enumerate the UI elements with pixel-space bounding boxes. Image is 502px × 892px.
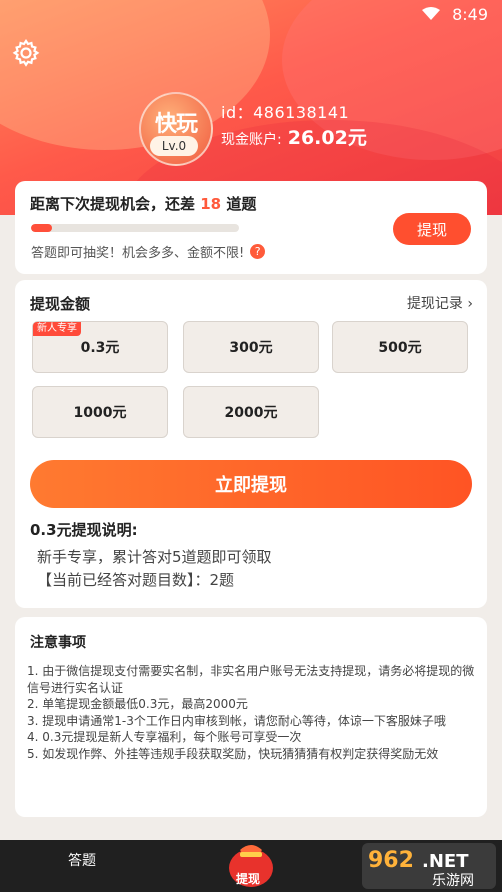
notice-item: 2. 单笔提现金额最低0.3元，最高2000元	[27, 697, 248, 711]
svg-text:.NET: .NET	[422, 851, 469, 872]
tab-answer[interactable]: 答题	[68, 850, 96, 870]
withdraw-record-link[interactable]: 提现记录 ›	[407, 293, 473, 313]
progress-fill	[31, 224, 52, 232]
explain-title: 0.3元提现说明:	[30, 521, 138, 539]
watermark-logo: 962 .NET 乐游网	[362, 843, 496, 889]
help-icon[interactable]: ?	[250, 244, 266, 259]
amount-option-1000[interactable]: 1000元	[32, 386, 168, 438]
level-badge: Lv.0	[150, 136, 198, 156]
tab-withdraw[interactable]: 提现	[236, 870, 260, 887]
wifi-icon	[422, 7, 441, 20]
status-time: 8:49	[452, 4, 488, 24]
explain-line-2: 【当前已经答对题目数】：2题	[37, 571, 235, 589]
withdraw-amount-title: 提现金额	[30, 295, 91, 313]
notice-card: 注意事项 1. 由于微信提现支付需要实名制，非实名用户账号无法支持提现，请务必将…	[15, 617, 487, 817]
notice-item: 1. 由于微信提现支付需要实名制，非实名用户账号无法支持提现，请务必将提现的微信…	[27, 664, 475, 695]
withdraw-now-button[interactable]: 立即提现	[30, 460, 472, 508]
new-user-tag: 新人专享	[33, 322, 81, 336]
bottom-tab-bar: 答题 提现 962 .NET 乐游网	[0, 840, 502, 892]
chance-title: 距离下次提现机会，还差 18 道题	[30, 195, 257, 213]
notice-list: 1. 由于微信提现支付需要实名制，非实名用户账号无法支持提现，请务必将提现的微信…	[27, 663, 477, 762]
svg-text:乐游网: 乐游网	[432, 873, 474, 889]
avatar-text: 快玩	[154, 112, 198, 137]
settings-gear-icon[interactable]	[11, 38, 41, 68]
cash-label: 现金账户:	[221, 132, 282, 148]
status-bar: 8:49	[422, 4, 488, 24]
amount-option-300[interactable]: 300元	[183, 321, 319, 373]
cash-account: 现金账户: 26.02元	[221, 123, 367, 150]
notice-title: 注意事项	[30, 635, 86, 651]
withdraw-amount-card: 提现金额 提现记录 › 新人专享 0.3元 300元 500元 1000元 20…	[15, 280, 487, 608]
withdraw-small-button[interactable]: 提现	[393, 213, 471, 245]
svg-text:962: 962	[368, 848, 414, 873]
chevron-right-icon: ›	[462, 296, 473, 312]
cash-amount: 26.02元	[287, 127, 367, 149]
notice-item: 5. 如发现作弊、外挂等违规手段获取奖励，快玩猜猜猜有权判定获得奖励无效	[27, 746, 439, 761]
remaining-count: 18	[200, 195, 222, 213]
notice-item: 4. 0.3元提现是新人专享福利，每个账号可享受一次	[27, 730, 302, 744]
amount-option-2000[interactable]: 2000元	[183, 386, 319, 438]
withdraw-chance-card: 距离下次提现机会，还差 18 道题 答题即可抽奖！机会多多、金额不限! ? 提现	[15, 181, 487, 274]
user-id: id：486138141	[221, 103, 350, 122]
explain-line-1: 新手专享，累计答对5道题即可领取	[37, 548, 272, 566]
progress-bar	[31, 224, 239, 232]
amount-option-500[interactable]: 500元	[332, 321, 468, 373]
chance-note: 答题即可抽奖！机会多多、金额不限! ?	[31, 242, 266, 261]
amount-option-0.3[interactable]: 新人专享 0.3元	[32, 321, 168, 373]
notice-item: 3. 提现申请通常1-3个工作日内审核到帐，请您耐心等待，体谅一下客服妹子哦	[27, 713, 446, 728]
